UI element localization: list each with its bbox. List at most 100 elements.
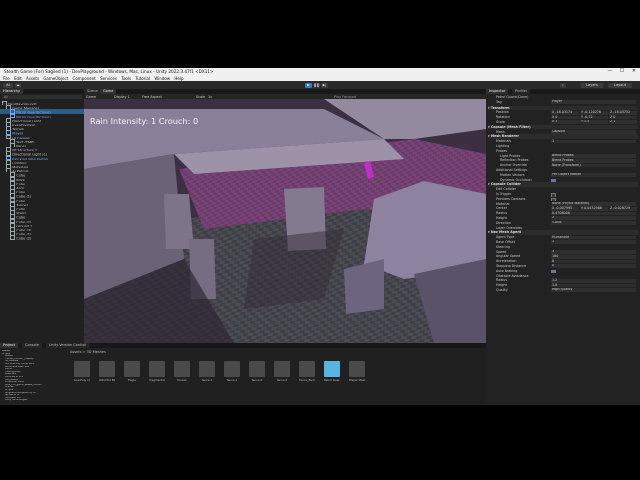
close-button[interactable]: ✕: [628, 68, 640, 75]
height-field[interactable]: 2: [551, 216, 636, 221]
asset-tile[interactable]: fragmental: [149, 361, 165, 382]
game-view-panel: Scene Game Game Display 1 Free Aspect Sc…: [84, 89, 486, 343]
asset-label: Low Poly Char: [74, 378, 90, 382]
component-title: Nav Mesh Agent: [490, 230, 522, 235]
menu-file[interactable]: File: [3, 76, 10, 81]
rotation-field[interactable]: Z 0: [609, 115, 637, 120]
speed-field[interactable]: 3: [551, 250, 636, 254]
project-asset-grid: Low Poly Char ORnVtrd Bk Eagle fragmental fe…: [70, 343, 480, 403]
asset-label: Fence_BuildMat: [299, 378, 315, 382]
asset-tile[interactable]: fence 2: [249, 361, 265, 382]
position-field[interactable]: X -18.03174: [551, 110, 579, 115]
scale-field[interactable]: Y 1.5: [580, 120, 608, 125]
tab-project[interactable]: Project: [0, 343, 18, 348]
tag-dropdown-field[interactable]: Player: [551, 100, 636, 104]
asset-label: Player Mesh: [349, 378, 365, 382]
layers-dropdown[interactable]: Layers: [581, 82, 603, 88]
quality-label: Quality: [496, 288, 508, 292]
step-button[interactable]: ▶|: [321, 82, 328, 88]
asset-tile[interactable]: Eagle: [124, 361, 140, 382]
search-icon[interactable]: ⌕: [560, 82, 566, 88]
asset-tile[interactable]: fence 1: [224, 361, 240, 382]
stopping-distance-field[interactable]: 0: [551, 264, 636, 269]
menu-assets[interactable]: Assets: [26, 76, 39, 81]
scale-label: Scale: [196, 94, 206, 99]
rotation-field[interactable]: Y -0.72: [580, 115, 608, 120]
center-field[interactable]: Z -0.028729: [609, 206, 637, 211]
asset-tile[interactable]: Fence_BuildMat: [299, 361, 315, 382]
layout-dropdown[interactable]: Layout: [608, 82, 632, 88]
center-field[interactable]: Y 0.0432988: [580, 206, 608, 211]
scale-field[interactable]: Z 1: [609, 120, 637, 125]
mesh-thumbnail-icon: [149, 361, 165, 377]
position-field[interactable]: Y -0.120276: [580, 110, 608, 115]
oa-height-field[interactable]: 1.8: [551, 283, 636, 288]
asset-tile[interactable]: Player Mesh: [349, 361, 365, 382]
menu-edit[interactable]: Edit: [14, 76, 22, 81]
aspect-dropdown[interactable]: Free Aspect: [142, 95, 162, 99]
menu-component[interactable]: Component: [73, 76, 96, 81]
reflection-probes-field[interactable]: Blend Probes: [551, 158, 636, 163]
agent-type-field[interactable]: Humanoid: [551, 235, 636, 240]
display-number-dropdown[interactable]: Display 1: [114, 95, 130, 99]
direction-field[interactable]: Y-Axis: [551, 221, 636, 225]
display-dropdown[interactable]: Game: [86, 95, 96, 99]
asset-label: ORnVtrd Bk: [99, 378, 115, 382]
mesh-thumbnail-icon: [174, 361, 190, 377]
play-focused-dropdown[interactable]: Play Focused: [334, 95, 356, 99]
rotation-field[interactable]: X 0: [551, 115, 579, 120]
position-field[interactable]: Z -18.03752: [609, 110, 637, 115]
maximize-button[interactable]: ☐: [616, 68, 628, 75]
minimize-button[interactable]: —: [604, 68, 616, 75]
scale-value[interactable]: 1x: [208, 95, 212, 99]
asset-tile[interactable]: Patrol Guard: [324, 361, 340, 382]
play-button[interactable]: ▶: [305, 82, 312, 88]
mesh-field[interactable]: Capsule: [551, 130, 636, 134]
inspector-panel: Inspector Profiler Patrol Guard(Clone) Ta…: [486, 89, 640, 405]
mesh-thumbnail-icon: [349, 361, 365, 377]
menu-services[interactable]: Services: [100, 76, 117, 81]
game-viewport[interactable]: Rain Intensity: 1 Crouch: 0: [84, 99, 486, 343]
project-folder-item[interactable]: Unity Technologies: [0, 399, 66, 402]
scale-field[interactable]: X 1: [551, 120, 579, 125]
gameobject-icon: [10, 235, 15, 240]
asset-tile[interactable]: fence 1: [199, 361, 215, 382]
oa-radius-field[interactable]: 1.2: [551, 278, 636, 283]
tab-hierarchy[interactable]: Hierarchy: [0, 89, 23, 94]
anchor-override-field[interactable]: None (Transform): [551, 163, 636, 168]
tab-console[interactable]: Console: [22, 343, 42, 348]
base-offset-field[interactable]: 1: [551, 240, 636, 245]
angular-speed-field[interactable]: 180: [551, 254, 636, 259]
cloud-icon[interactable]: ☁: [15, 82, 21, 88]
menu-tools[interactable]: Tools: [121, 76, 131, 81]
center-field[interactable]: X -0.007995: [551, 206, 579, 211]
motion-vectors-field[interactable]: Per Object Motion: [551, 173, 636, 177]
account-button[interactable]: AI: [3, 82, 13, 88]
pause-button[interactable]: ❚❚: [313, 82, 320, 88]
component-title: Capsule Collider: [490, 182, 521, 187]
hierarchy-item[interactable]: Cube (2): [0, 235, 94, 240]
quality-field[interactable]: High Quality: [551, 288, 636, 293]
asset-tile[interactable]: Low Poly Char: [74, 361, 90, 382]
menu-gameobject[interactable]: GameObject: [43, 76, 68, 81]
project-folder-tree: Assets Scripts Assets frames_conflict_lowpo…: [0, 350, 66, 404]
collider-material-field[interactable]: None (Physic Material): [551, 202, 636, 206]
light-probes-field[interactable]: Blend Probes: [551, 154, 636, 158]
project-panel: Project Console Unity Version Control As…: [0, 343, 486, 405]
asset-label: fragmental: [149, 378, 165, 382]
tab-inspector[interactable]: Inspector: [486, 89, 509, 94]
asset-tile[interactable]: fence1: [174, 361, 190, 382]
materials-field[interactable]: 1: [551, 139, 636, 144]
menu-tutorial[interactable]: Tutorial: [135, 76, 150, 81]
menu-window[interactable]: Window: [154, 76, 170, 81]
acceleration-field[interactable]: 8: [551, 259, 636, 264]
menu-help[interactable]: Help: [174, 76, 183, 81]
component-title: Transform: [490, 105, 510, 110]
asset-tile[interactable]: ORnVtrd Bk: [99, 361, 115, 382]
radius-field[interactable]: 0.4708006: [551, 211, 636, 216]
hierarchy-search-input[interactable]: All: [2, 95, 82, 99]
component-title: Capsule (Mesh Filter): [490, 124, 531, 129]
tab-profiler[interactable]: Profiler: [512, 89, 531, 94]
asset-tile[interactable]: fence 3: [274, 361, 290, 382]
unity-editor-window: Stealth Game (For) Sagiled (1) - DevPlay…: [0, 68, 640, 405]
